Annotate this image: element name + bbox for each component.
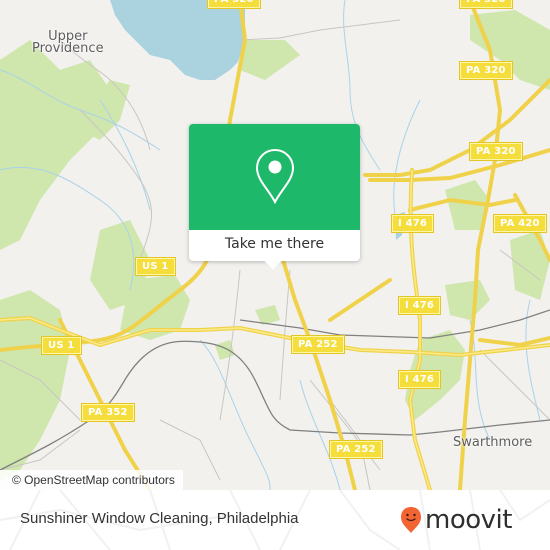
road-shield: US 1 [41,336,82,355]
road-shield: US 1 [135,257,176,276]
map-attribution[interactable]: © OpenStreetMap contributors [0,470,183,490]
road-shield: PA 252 [329,440,383,459]
footer-bar: Sunshiner Window Cleaning, Philadelphia … [0,490,550,550]
popup-header [189,124,360,230]
place-label-swarthmore: Swarthmore [453,435,533,450]
road-shield: PA 320 [459,0,513,9]
road-shield: PA 252 [291,335,345,354]
road-shield: PA 320 [459,61,513,80]
place-title: Sunshiner Window Cleaning, Philadelphia [20,510,299,527]
moovit-logo[interactable]: moovit [400,504,512,536]
map-pin-icon [255,148,295,204]
road-shield: PA 352 [81,403,135,422]
road-shield: PA 320 [207,0,261,9]
place-label-upper-providence: Upper Providence [32,30,104,56]
road-shield: I 476 [390,214,435,233]
place-label-line: Swarthmore [453,435,533,450]
road-shield: PA 320 [469,142,523,161]
location-popup: Take me there [189,124,360,270]
take-me-there-button[interactable]: Take me there [189,230,360,261]
road-shield: I 476 [397,370,442,389]
road-shield: I 476 [397,296,442,315]
place-label-line: Providence [32,41,104,56]
moovit-wordmark: moovit [425,505,512,535]
map-view[interactable]: Upper Providence Swarthmore PA 320 PA 32… [0,0,550,490]
moovit-pin-icon [401,507,421,533]
road-shield: PA 420 [493,214,547,233]
